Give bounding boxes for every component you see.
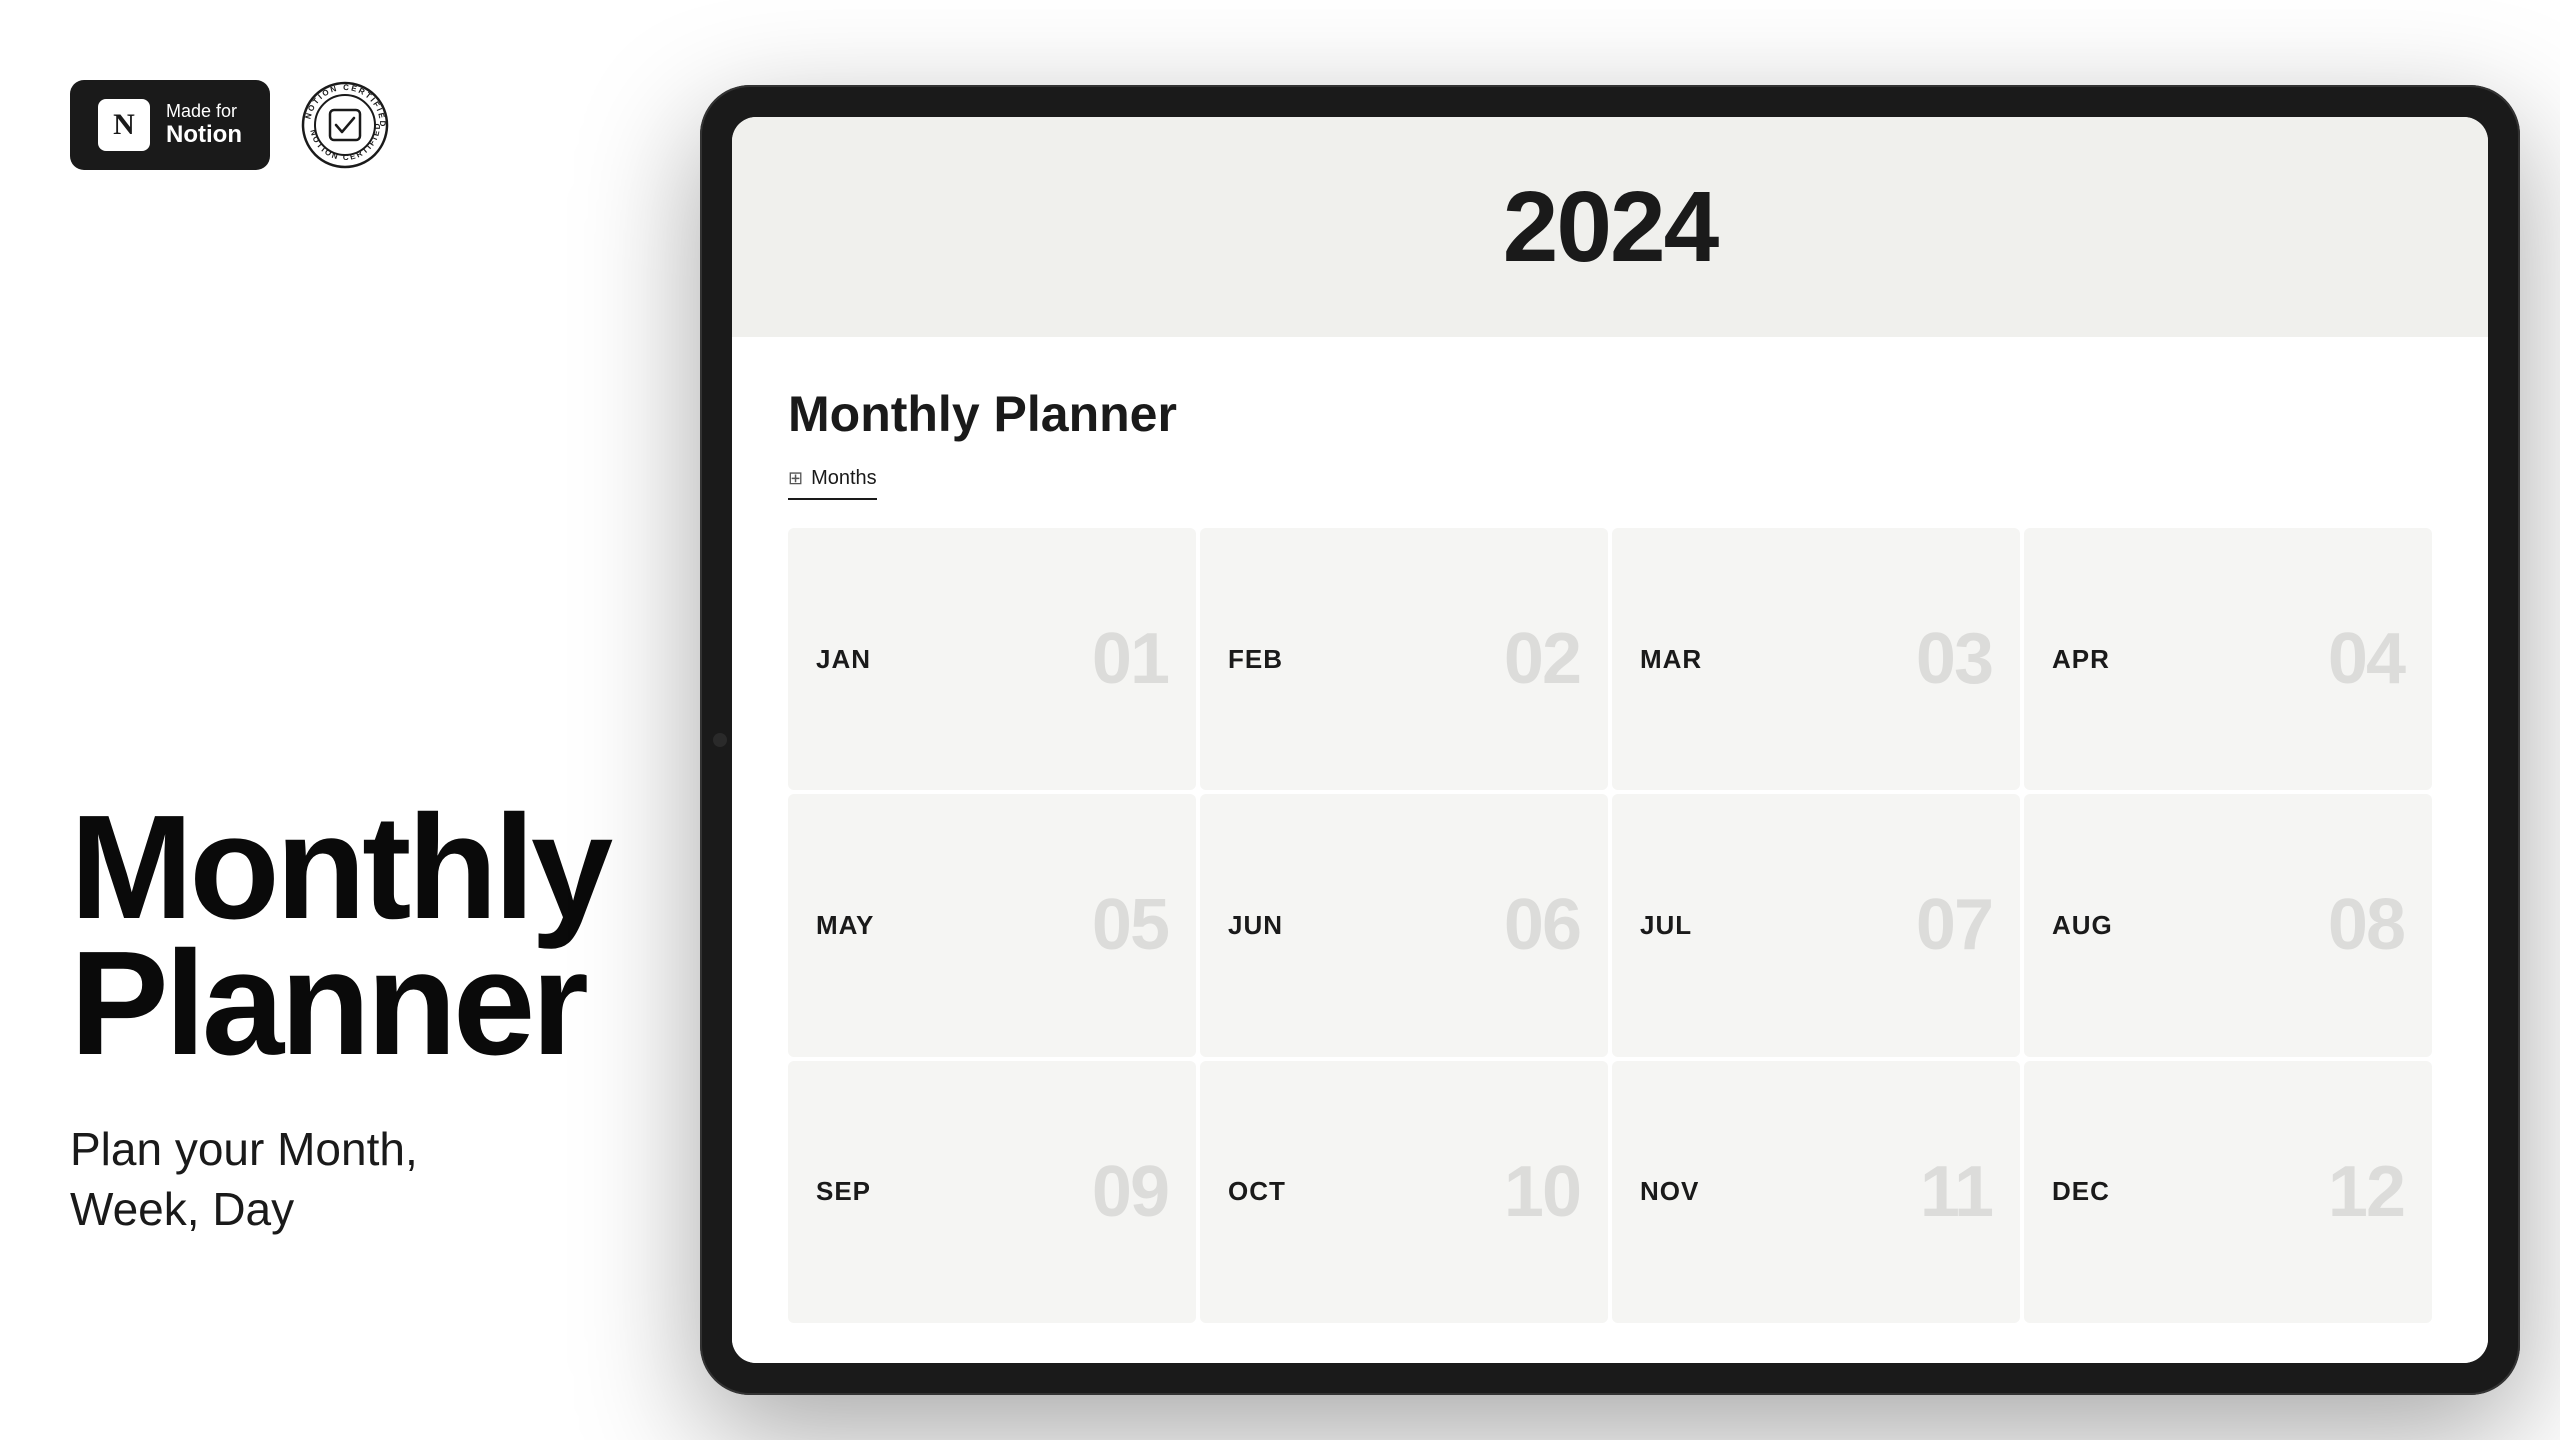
month-cell-jul[interactable]: JUL 07 — [1612, 794, 2020, 1056]
month-num-aug: 08 — [2328, 889, 2404, 961]
month-name-may: MAY — [816, 910, 874, 941]
notion-n-letter: N — [113, 108, 135, 142]
made-for-notion-badge: N Made for Notion — [70, 80, 270, 170]
month-cell-aug[interactable]: AUG 08 — [2024, 794, 2432, 1056]
month-name-nov: NOV — [1640, 1176, 1699, 1207]
hero-content: Monthly Planner Plan your Month, Week, D… — [70, 800, 590, 1360]
month-num-jan: 01 — [1092, 623, 1168, 695]
months-tab-icon: ⊞ — [788, 468, 803, 489]
tablet-camera-dot — [713, 733, 727, 747]
month-name-mar: MAR — [1640, 644, 1702, 675]
month-num-may: 05 — [1092, 889, 1168, 961]
year-text: 2024 — [1503, 170, 1717, 285]
year-header: 2024 — [732, 117, 2488, 337]
certified-badge: NOTION CERTIFIED NOTION CERTIFIED — [300, 80, 390, 170]
hero-title-line2: Planner — [70, 936, 590, 1072]
month-num-jul: 07 — [1916, 889, 1992, 961]
month-name-jan: JAN — [816, 644, 871, 675]
months-tab-label: Months — [811, 467, 877, 490]
month-num-nov: 11 — [1920, 1156, 1992, 1228]
month-cell-jun[interactable]: JUN 06 — [1200, 794, 1608, 1056]
months-tab[interactable]: ⊞ Months — [788, 467, 877, 500]
tablet-screen: 2024 Monthly Planner ⊞ Months JAN 01 FEB 02… — [732, 117, 2488, 1363]
hero-subtitle-line1: Plan your Month, — [70, 1120, 590, 1180]
planner-area: Monthly Planner ⊞ Months JAN 01 FEB 02 MAR 03… — [732, 337, 2488, 1363]
month-cell-jan[interactable]: JAN 01 — [788, 528, 1196, 790]
month-name-oct: OCT — [1228, 1176, 1286, 1207]
tablet-mockup: 2024 Monthly Planner ⊞ Months JAN 01 FEB 02… — [700, 85, 2520, 1395]
month-name-jun: JUN — [1228, 910, 1283, 941]
badges-row: N Made for Notion NOTION CERTIFIED — [70, 80, 590, 170]
month-cell-feb[interactable]: FEB 02 — [1200, 528, 1608, 790]
month-num-mar: 03 — [1916, 623, 1992, 695]
month-cell-oct[interactable]: OCT 10 — [1200, 1061, 1608, 1323]
planner-title: Monthly Planner — [788, 385, 2432, 443]
month-cell-apr[interactable]: APR 04 — [2024, 528, 2432, 790]
month-name-aug: AUG — [2052, 910, 2113, 941]
month-num-sep: 09 — [1092, 1156, 1168, 1228]
month-name-sep: SEP — [816, 1176, 871, 1207]
hero-title: Monthly Planner — [70, 800, 590, 1072]
month-num-jun: 06 — [1504, 889, 1580, 961]
hero-subtitle-line2: Week, Day — [70, 1180, 590, 1240]
month-cell-mar[interactable]: MAR 03 — [1612, 528, 2020, 790]
month-num-feb: 02 — [1504, 623, 1580, 695]
notion-icon-box: N — [98, 99, 150, 151]
month-cell-sep[interactable]: SEP 09 — [788, 1061, 1196, 1323]
month-cell-nov[interactable]: NOV 11 — [1612, 1061, 2020, 1323]
made-for-label: Made for — [166, 102, 242, 122]
month-cell-dec[interactable]: DEC 12 — [2024, 1061, 2432, 1323]
hero-subtitle: Plan your Month, Week, Day — [70, 1120, 590, 1240]
month-num-oct: 10 — [1504, 1156, 1580, 1228]
month-name-dec: DEC — [2052, 1176, 2110, 1207]
month-num-apr: 04 — [2328, 623, 2404, 695]
made-for-text-group: Made for Notion — [166, 102, 242, 148]
notion-label: Notion — [166, 122, 242, 148]
month-name-apr: APR — [2052, 644, 2110, 675]
month-name-feb: FEB — [1228, 644, 1283, 675]
left-panel: N Made for Notion NOTION CERTIFIED — [0, 0, 660, 1440]
hero-title-line1: Monthly — [70, 800, 590, 936]
month-num-dec: 12 — [2328, 1156, 2404, 1228]
month-grid: JAN 01 FEB 02 MAR 03 APR 04 MAY 05 JUN 06 JUL 07 AUG 08… — [788, 528, 2432, 1323]
certified-svg: NOTION CERTIFIED NOTION CERTIFIED — [300, 80, 390, 170]
month-name-jul: JUL — [1640, 910, 1692, 941]
right-panel: 2024 Monthly Planner ⊞ Months JAN 01 FEB 02… — [660, 0, 2560, 1440]
month-cell-may[interactable]: MAY 05 — [788, 794, 1196, 1056]
